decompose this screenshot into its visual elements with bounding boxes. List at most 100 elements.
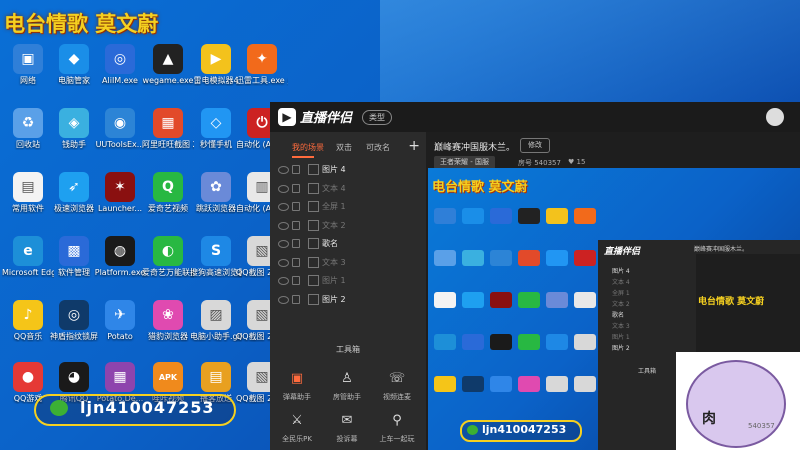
- source-row[interactable]: 文本 3: [270, 255, 426, 273]
- shield-icon: ◆: [59, 44, 89, 74]
- recycle-bin-icon: ♻: [13, 108, 43, 138]
- app-logo-icon: ▶: [278, 107, 296, 126]
- desktop-icon[interactable]: ✿ 跳跃浏览器: [190, 172, 242, 214]
- lock-icon[interactable]: [292, 183, 300, 193]
- desktop-icon-label: 电脑小助手.gif: [190, 332, 242, 341]
- desktop-icon-label: Microsoft Edge: [2, 268, 54, 277]
- tab-double-click[interactable]: 双击: [336, 142, 352, 153]
- lock-icon[interactable]: [292, 294, 300, 304]
- desktop-icon[interactable]: ♪ QQ音乐: [2, 300, 54, 342]
- likes-count: ♥ 15: [568, 158, 585, 166]
- lock-icon[interactable]: [292, 220, 300, 230]
- preview-desktop-icon: [574, 292, 596, 308]
- desktop-icon[interactable]: ✶ Launcher...: [94, 172, 146, 214]
- source-row[interactable]: 歌名: [270, 236, 426, 254]
- add-scene-button[interactable]: +: [408, 138, 420, 154]
- source-row[interactable]: 全屏 1: [270, 199, 426, 217]
- desktop-icon[interactable]: ▣ 网络: [2, 44, 54, 86]
- source-name: 图片 2: [322, 294, 346, 304]
- tab-rename[interactable]: 可改名: [366, 142, 390, 153]
- preview-desktop-icon: [518, 250, 540, 266]
- desktop-icon[interactable]: ▩ 软件管理: [48, 236, 100, 278]
- eye-icon[interactable]: [278, 184, 289, 193]
- desktop-icon[interactable]: ◐ 爱奇艺万能联播: [142, 236, 194, 278]
- eye-icon[interactable]: [278, 166, 289, 174]
- preview-desktop-icon: [434, 250, 456, 266]
- tool-label: 投诉幕: [336, 435, 358, 443]
- desktop-icon[interactable]: ✈ Potato: [94, 300, 146, 342]
- avatar[interactable]: [766, 108, 784, 126]
- desktop-icon[interactable]: ❀ 猎豹浏览器: [142, 300, 194, 342]
- desktop-icon[interactable]: ▨ 电脑小助手.gif: [190, 300, 242, 342]
- desktop-icon[interactable]: ♻ 回收站: [2, 108, 54, 150]
- tool-button[interactable]: ⚲ 上车一起玩: [372, 412, 422, 444]
- type-button[interactable]: 类型: [362, 110, 392, 125]
- source-row[interactable]: 文本 4: [270, 181, 426, 199]
- eye-icon[interactable]: [278, 258, 289, 267]
- desktop-icon[interactable]: ▶ 雷电模拟器4: [190, 44, 242, 86]
- wegame-icon: ▲: [153, 44, 183, 74]
- source-type-icon: [308, 238, 319, 249]
- preview-desktop-icon: [434, 292, 456, 308]
- desktop-icon-label: UUToolsEx...: [95, 140, 145, 149]
- meme-room-id: 540357: [748, 422, 775, 430]
- tool-label: 弹幕助手: [283, 393, 311, 401]
- desktop-icon[interactable]: ▲ wegame.exe: [142, 44, 194, 86]
- lock-icon[interactable]: [292, 202, 300, 211]
- tool-label: 房管助手: [333, 393, 361, 401]
- desktop-icon[interactable]: ◈ 钱助手: [48, 108, 100, 150]
- desktop-icon[interactable]: ◎ 神盾指纹锁屏: [48, 300, 100, 342]
- eye-icon[interactable]: [278, 277, 289, 285]
- tool-button[interactable]: ⚔ 全民乐PK: [272, 412, 322, 444]
- eye-icon[interactable]: [278, 203, 289, 211]
- desktop-icon[interactable]: Q 爱奇艺视频: [142, 172, 194, 214]
- preview-desktop-icon: [574, 208, 596, 224]
- source-row[interactable]: 图片 2: [270, 292, 426, 310]
- tool-button[interactable]: ☏ 视频连麦: [372, 370, 422, 402]
- wechat-icon: [50, 400, 68, 416]
- desktop-icon[interactable]: ◍ Platform.exe: [94, 236, 146, 278]
- desktop-icon[interactable]: ▤ 常用软件: [2, 172, 54, 214]
- preview-source-row: 全屏 1: [612, 290, 630, 297]
- edge-icon: e: [13, 236, 43, 266]
- desktop-icon[interactable]: ▦ 阿里旺旺截图 20210316...: [142, 108, 194, 150]
- folder-icon: ▤: [201, 362, 231, 392]
- desktop-icon[interactable]: ✦ 迅雷工具.exe 点击这里: [236, 44, 288, 86]
- desktop-icon[interactable]: ◎ AliIM.exe: [94, 44, 146, 86]
- tool-button[interactable]: ♙ 房管助手: [322, 370, 372, 402]
- desktop-icon[interactable]: ➶ 极速浏览器: [48, 172, 100, 214]
- tool-button[interactable]: ✉ 投诉幕: [322, 412, 372, 444]
- tool-button[interactable]: ▣ 弹幕助手: [272, 370, 322, 402]
- desktop-icon[interactable]: e Microsoft Edge: [2, 236, 54, 278]
- desktop-icon-label: 钱助手: [62, 140, 86, 149]
- lock-icon[interactable]: [292, 165, 300, 174]
- eye-icon[interactable]: [278, 295, 289, 304]
- preview-desktop-icon: [434, 334, 456, 350]
- emulator-icon: ▶: [201, 44, 231, 74]
- preview-desktop-icon: [518, 292, 540, 308]
- desktop-icon[interactable]: ◆ 电脑管家: [48, 44, 100, 86]
- sogou-icon: S: [201, 236, 231, 266]
- preview-source-row: 文本 4: [612, 279, 630, 286]
- lock-icon[interactable]: [292, 257, 300, 267]
- preview-desktop-icon: [434, 376, 456, 392]
- app-logo-text: 直播伴侣: [300, 111, 353, 126]
- source-row[interactable]: 文本 2: [270, 218, 426, 236]
- tab-my-scene[interactable]: 我的场景: [292, 142, 324, 153]
- edit-title-button[interactable]: 修改: [520, 138, 550, 153]
- source-row[interactable]: 图片 1: [270, 273, 426, 291]
- tool-icon: ▣: [290, 371, 304, 386]
- desktop-icon[interactable]: S 搜狗高速浏览器: [190, 236, 242, 278]
- eye-icon[interactable]: [278, 240, 289, 248]
- source-type-icon: [308, 201, 319, 212]
- source-row[interactable]: 图片 4: [270, 162, 426, 180]
- qq-number-badge: ljn410047253: [34, 394, 236, 426]
- desktop-icon-label: 雷电模拟器4: [193, 76, 239, 85]
- meme-sticker: 肉 540357: [676, 352, 800, 450]
- eye-icon[interactable]: [278, 221, 289, 230]
- desktop-icon[interactable]: ◉ UUToolsEx...: [94, 108, 146, 150]
- lock-icon[interactable]: [292, 276, 300, 285]
- desktop-icon[interactable]: ◇ 秒懂手机: [190, 108, 242, 150]
- scene-panel: 我的场景 双击 可改名 + 图片 4 文本 4 全屏 1 文本 2 歌名 文本 3 图片 1…: [270, 132, 426, 450]
- lock-icon[interactable]: [292, 239, 300, 248]
